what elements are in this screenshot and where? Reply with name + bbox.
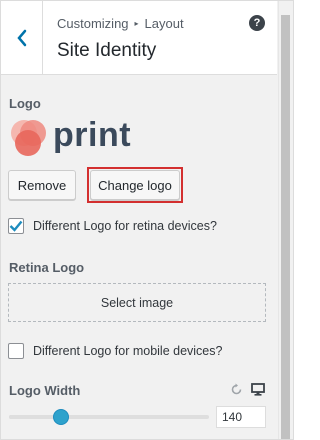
help-icon[interactable]: ? (249, 15, 265, 31)
logo-width-label: Logo Width (9, 383, 81, 398)
desktop-icon[interactable] (251, 383, 265, 396)
logo-width-slider[interactable] (9, 409, 209, 425)
back-button[interactable] (1, 1, 43, 74)
select-image-button[interactable]: Select image (8, 283, 266, 322)
breadcrumb-root: Customizing (57, 16, 129, 31)
breadcrumb: Customizing ▸ Layout (57, 16, 184, 31)
change-logo-button[interactable]: Change logo (90, 170, 180, 200)
mobile-checkbox-label: Different Logo for mobile devices? (33, 344, 223, 358)
logo-label: Logo (9, 96, 41, 111)
reset-icon[interactable] (230, 383, 243, 396)
checkmark-icon (9, 220, 23, 232)
retina-checkbox-label: Different Logo for retina devices? (33, 219, 217, 233)
logo-width-tools (230, 383, 265, 396)
section-header: Customizing ▸ Layout Site Identity ? (1, 1, 277, 75)
page-title: Site Identity (57, 40, 157, 61)
scrollbar-thumb[interactable] (281, 15, 290, 439)
remove-logo-button[interactable]: Remove (8, 170, 76, 200)
mobile-checkbox-row[interactable]: Different Logo for mobile devices? (8, 343, 222, 359)
logo-mark-icon (11, 120, 46, 156)
customizer-panel: Customizing ▸ Layout Site Identity ? Log… (0, 0, 294, 440)
breadcrumb-separator-icon: ▸ (134, 19, 139, 28)
logo-text: print (53, 115, 132, 154)
slider-handle[interactable] (53, 409, 69, 425)
retina-checkbox[interactable] (8, 218, 24, 234)
breadcrumb-current: Layout (144, 16, 184, 31)
site-logo: print (9, 115, 131, 159)
retina-logo-label: Retina Logo (9, 260, 85, 275)
logo-width-input[interactable]: 140 (216, 406, 266, 428)
retina-checkbox-row[interactable]: Different Logo for retina devices? (8, 218, 217, 234)
chevron-left-icon (16, 29, 26, 46)
mobile-checkbox[interactable] (8, 343, 24, 359)
